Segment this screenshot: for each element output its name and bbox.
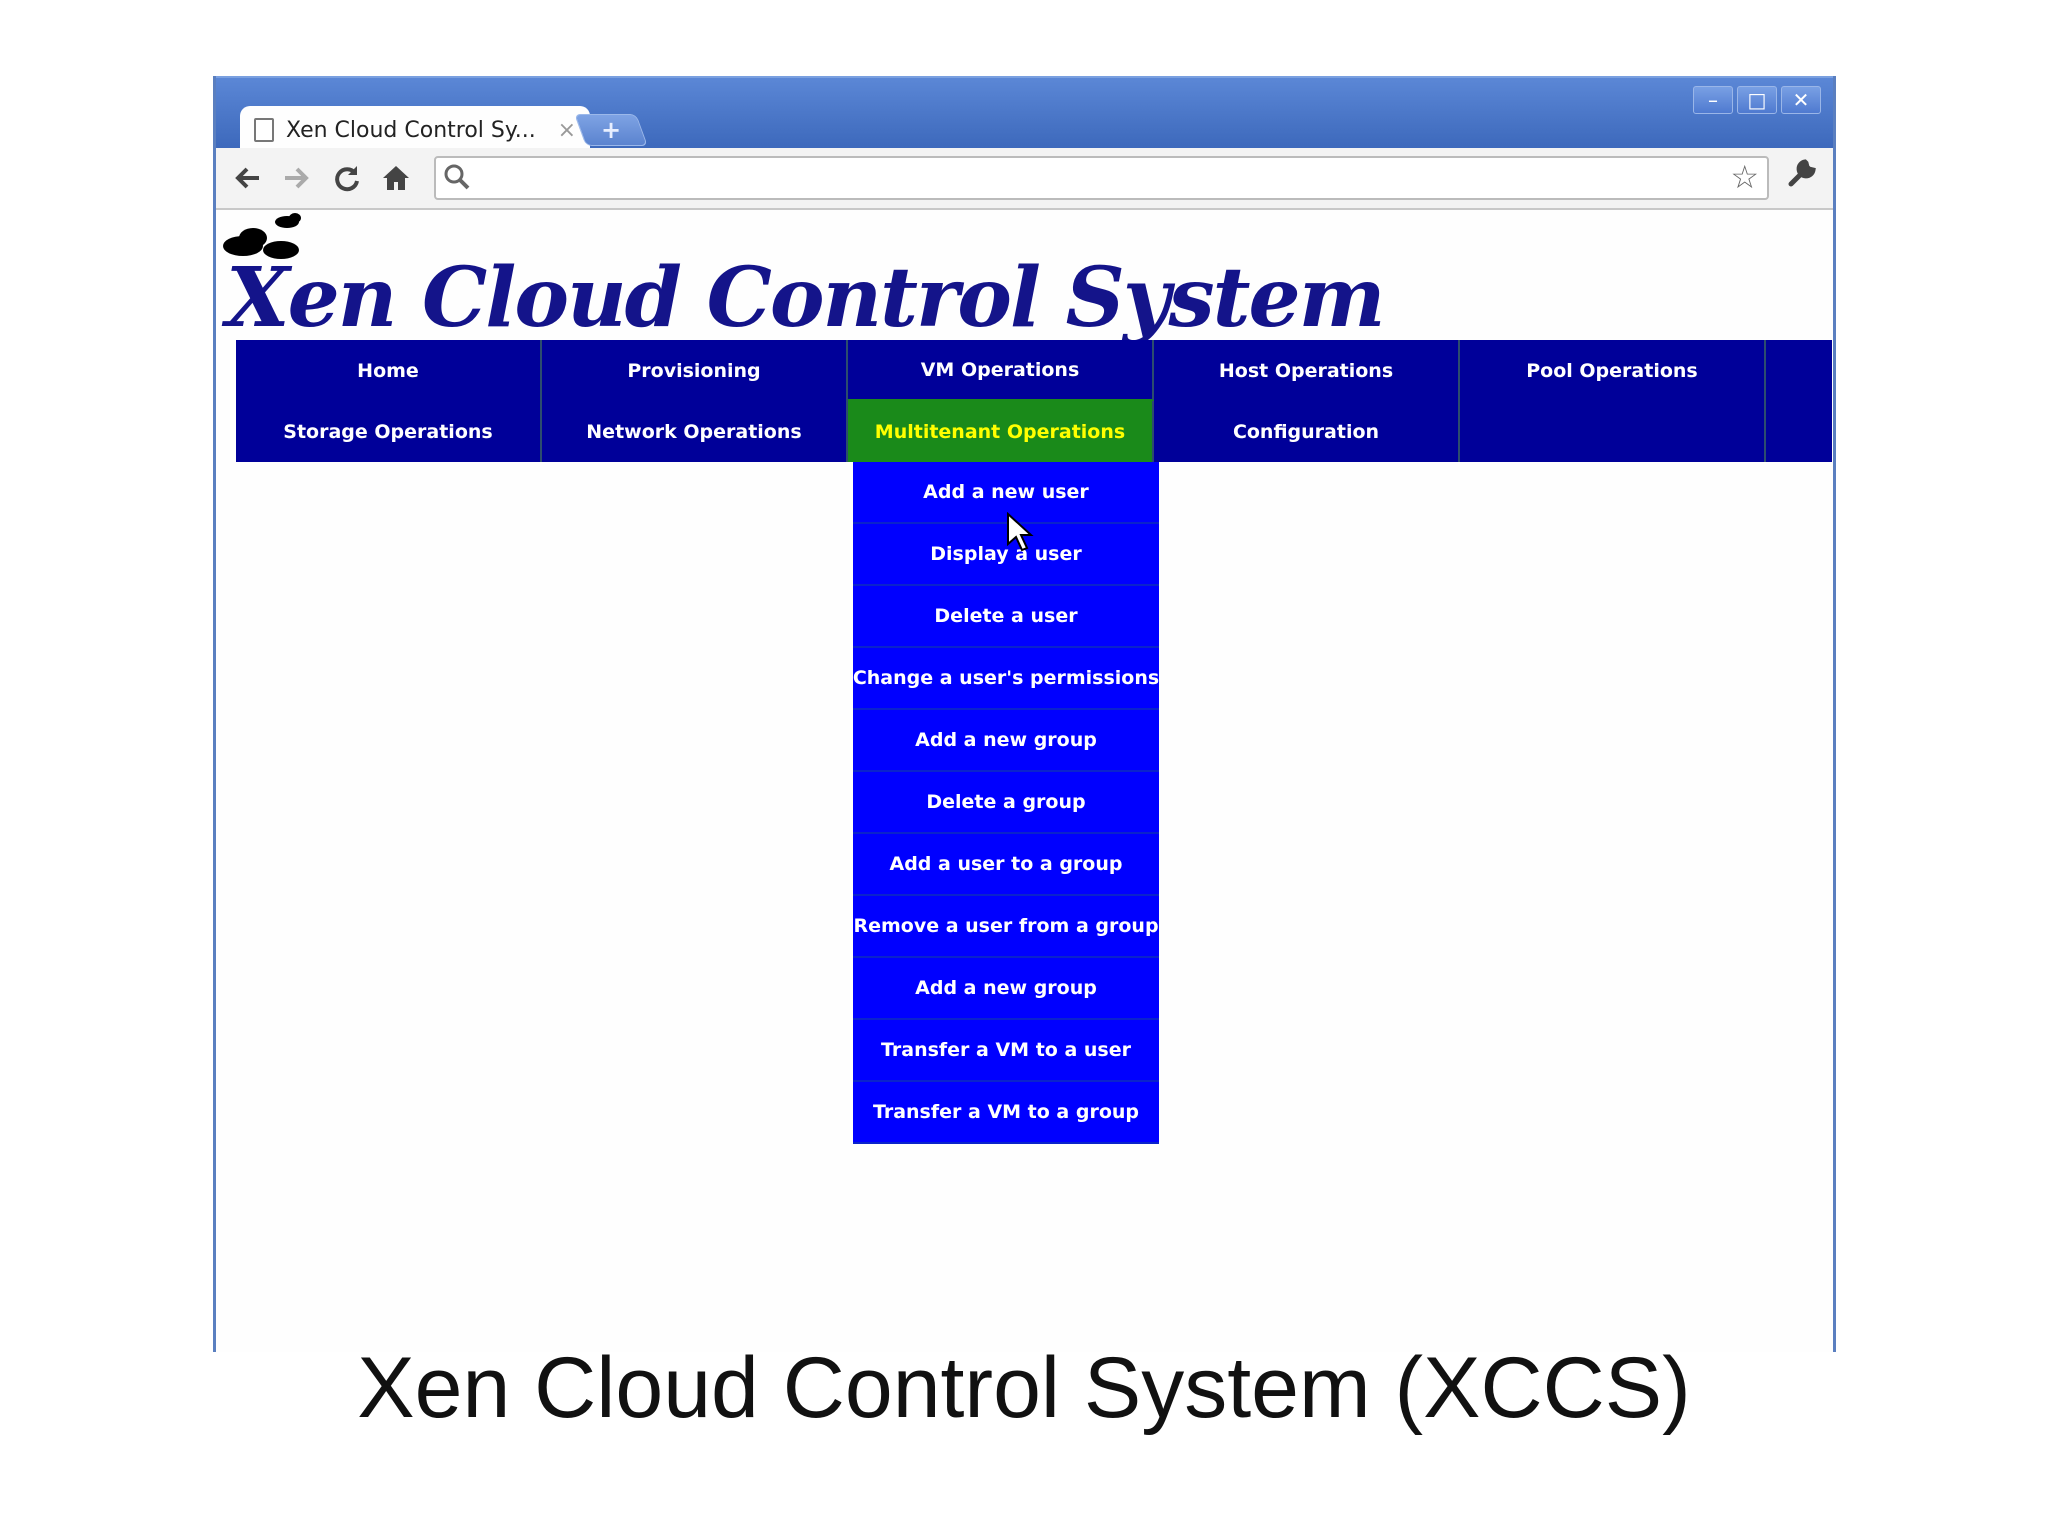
- search-icon: [442, 160, 472, 201]
- dropdown-item-add-group-2[interactable]: Add a new group: [853, 958, 1159, 1020]
- menu-configuration[interactable]: Configuration: [1154, 401, 1460, 462]
- menu-home[interactable]: Home: [236, 340, 542, 401]
- title-bar: Xen Cloud Control Sy... × + – □ ✕: [216, 76, 1833, 154]
- menu-multitenant-operations[interactable]: Multitenant Operations: [848, 401, 1154, 462]
- menu-empty-cell: [1460, 401, 1766, 462]
- dropdown-item-transfer-vm-group[interactable]: Transfer a VM to a group: [853, 1082, 1159, 1144]
- dropdown-item-remove-user-from-group[interactable]: Remove a user from a group: [853, 896, 1159, 958]
- new-tab-button[interactable]: +: [574, 114, 648, 146]
- dropdown-item-delete-group[interactable]: Delete a group: [853, 772, 1159, 834]
- browser-tab[interactable]: Xen Cloud Control Sy... ×: [240, 106, 590, 154]
- page-content: Xen Cloud Control System Home Provisioni…: [216, 210, 1833, 1352]
- close-button[interactable]: ✕: [1781, 86, 1821, 114]
- forward-arrow-icon[interactable]: [276, 158, 316, 198]
- main-menu: Home Provisioning VM Operations Host Ope…: [236, 340, 1832, 462]
- mouse-cursor-icon: [1007, 512, 1034, 552]
- minimize-button[interactable]: –: [1693, 86, 1733, 114]
- wrench-icon[interactable]: [1785, 156, 1819, 198]
- tab-title: Xen Cloud Control Sy...: [286, 117, 536, 143]
- browser-window: Xen Cloud Control Sy... × + – □ ✕ ☆ Xen …: [213, 76, 1836, 1352]
- dropdown-item-delete-user[interactable]: Delete a user: [853, 586, 1159, 648]
- bookmark-star-icon[interactable]: ☆: [1730, 158, 1759, 196]
- back-arrow-icon[interactable]: [228, 158, 268, 198]
- menu-vm-operations[interactable]: VM Operations: [848, 340, 1154, 401]
- page-icon: [254, 118, 274, 142]
- reload-icon[interactable]: [326, 158, 366, 198]
- menu-host-operations[interactable]: Host Operations: [1154, 340, 1460, 401]
- dropdown-item-add-user-to-group[interactable]: Add a user to a group: [853, 834, 1159, 896]
- dropdown-item-change-permissions[interactable]: Change a user's permissions: [853, 648, 1159, 710]
- menu-storage-operations[interactable]: Storage Operations: [236, 401, 542, 462]
- menu-pool-operations[interactable]: Pool Operations: [1460, 340, 1766, 401]
- address-bar[interactable]: ☆: [434, 156, 1769, 200]
- multitenant-dropdown: Add a new user Display a user Delete a u…: [853, 462, 1159, 1144]
- menu-provisioning[interactable]: Provisioning: [542, 340, 848, 401]
- dropdown-item-transfer-vm-user[interactable]: Transfer a VM to a user: [853, 1020, 1159, 1082]
- browser-toolbar: ☆: [216, 148, 1833, 210]
- dropdown-item-add-group[interactable]: Add a new group: [853, 710, 1159, 772]
- slide-caption: Xen Cloud Control System (XCCS): [357, 1340, 1691, 1436]
- site-title: Xen Cloud Control System: [226, 250, 1385, 346]
- menu-network-operations[interactable]: Network Operations: [542, 401, 848, 462]
- home-icon[interactable]: [376, 158, 416, 198]
- window-controls: – □ ✕: [1693, 86, 1821, 114]
- maximize-button[interactable]: □: [1737, 86, 1777, 114]
- plus-icon: +: [600, 116, 622, 144]
- tab-close-icon[interactable]: ×: [558, 118, 576, 143]
